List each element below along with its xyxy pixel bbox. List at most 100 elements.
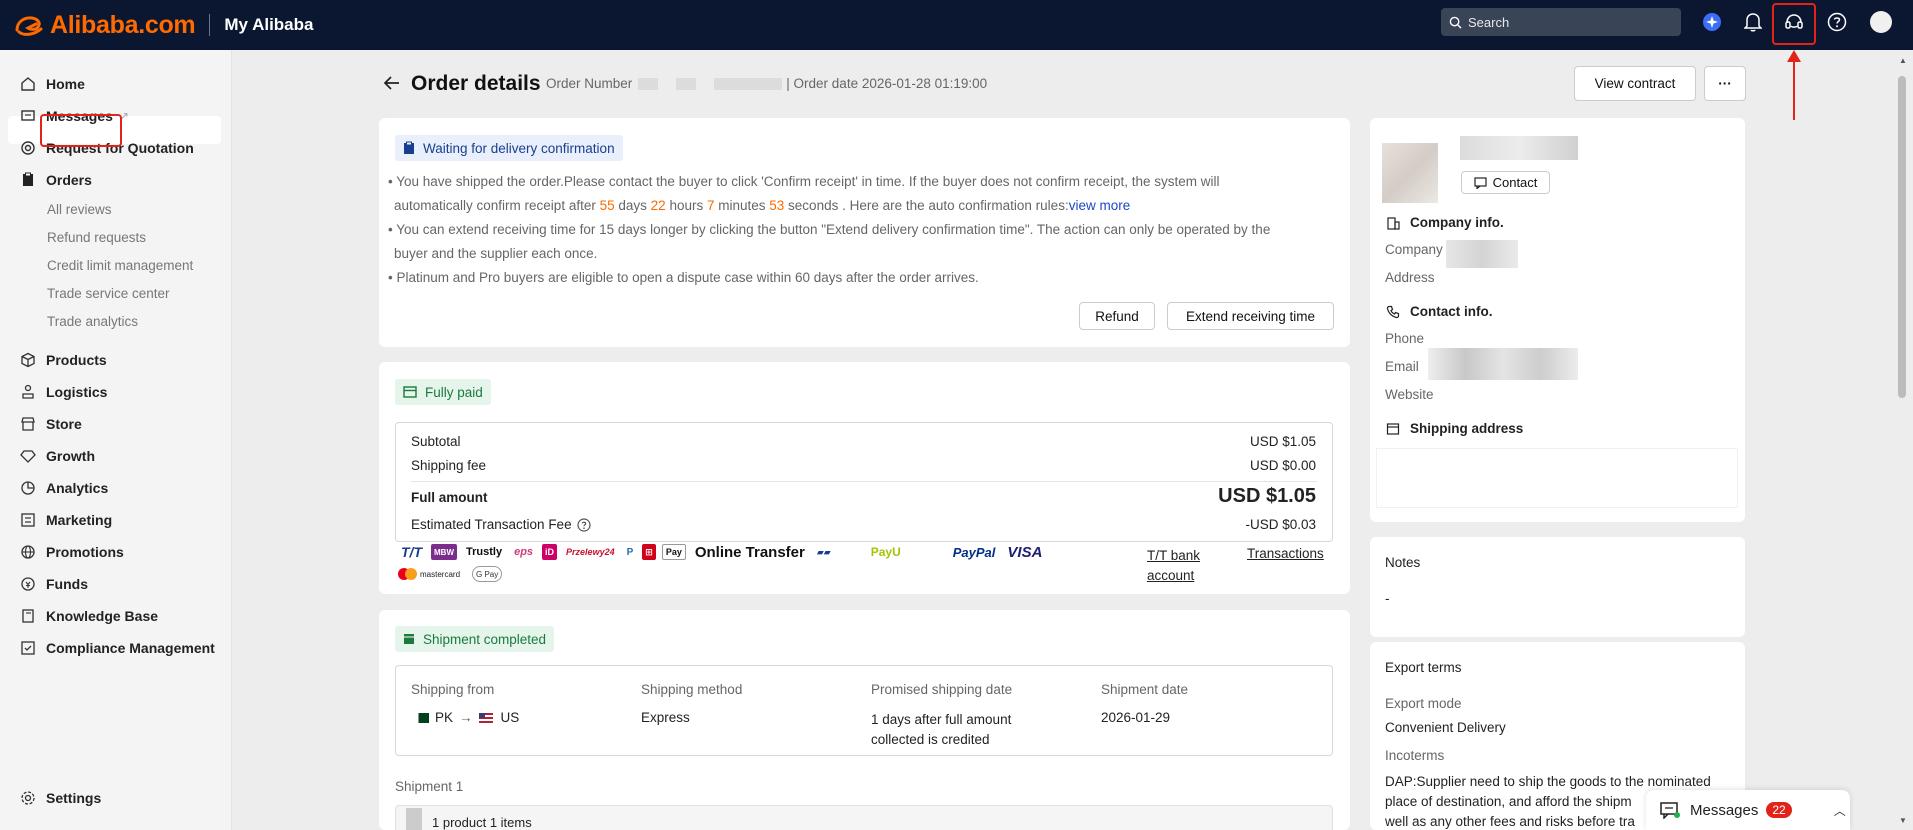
shipping-from-header: Shipping from xyxy=(411,682,495,697)
annotation-arrow-head xyxy=(1787,50,1801,62)
buyer-avatar xyxy=(1382,143,1438,203)
shipping-method-header: Shipping method xyxy=(641,682,743,697)
notes-title: Notes xyxy=(1385,555,1421,570)
tt-bank-account-link[interactable]: T/T bank account xyxy=(1147,546,1200,586)
us-flag-icon xyxy=(478,712,493,723)
sidebar-item-logistics[interactable]: Logistics xyxy=(20,384,107,400)
avatar[interactable] xyxy=(1869,10,1893,34)
redacted-company xyxy=(1446,240,1518,268)
highlight-annotation-box xyxy=(1772,3,1816,45)
sidebar-subitem-trade-service[interactable]: Trade service center xyxy=(47,286,170,301)
box-icon xyxy=(20,352,36,368)
card-logo-icon: ⊞ xyxy=(642,544,656,560)
website-label: Website xyxy=(1385,387,1434,402)
export-mode-label: Export mode xyxy=(1385,696,1462,711)
payment-icon xyxy=(403,386,417,398)
sidebar-item-compliance[interactable]: Compliance Management xyxy=(20,640,215,656)
refund-button[interactable]: Refund xyxy=(1079,302,1155,330)
marketing-icon xyxy=(20,512,36,528)
sidebar-item-store[interactable]: Store xyxy=(20,416,82,432)
przelewy-logo: Przelewy24 xyxy=(566,547,615,557)
search-input[interactable] xyxy=(1468,14,1668,30)
help-icon[interactable] xyxy=(576,517,591,532)
shipment-1-label: Shipment 1 xyxy=(395,779,464,794)
back-arrow-icon[interactable] xyxy=(383,74,401,95)
chevron-up-icon[interactable]: ︿ xyxy=(1834,802,1846,819)
payment-logo-icon: MBW xyxy=(431,544,457,560)
redacted-email xyxy=(1428,348,1578,380)
contact-info-heading: Contact info. xyxy=(1386,304,1493,319)
phone-icon xyxy=(1386,305,1400,318)
contact-button[interactable]: Contact xyxy=(1461,171,1550,194)
more-options-button[interactable]: ··· xyxy=(1704,66,1746,101)
messages-widget[interactable]: Messages 22 ︿ xyxy=(1646,790,1850,830)
scrollbar-thumb[interactable] xyxy=(1898,76,1906,398)
trustly-logo: Trustly xyxy=(466,546,503,558)
view-more-link[interactable]: view more xyxy=(1069,198,1131,213)
apple-pay-logo-icon: Pay xyxy=(661,544,686,560)
estimated-fee-row: Estimated Transaction Fee xyxy=(411,517,591,532)
sidebar-item-products[interactable]: Products xyxy=(20,352,107,368)
diamond-icon xyxy=(20,448,36,464)
shipment-date-header: Shipment date xyxy=(1101,682,1189,697)
notes-value: - xyxy=(1385,591,1390,606)
payment-tag: Fully paid xyxy=(395,379,491,405)
sidebar-subitem-all-reviews[interactable]: All reviews xyxy=(47,202,112,217)
page-title: Order details xyxy=(411,72,541,95)
arrow-right-icon: → xyxy=(459,710,473,725)
sidebar-item-funds[interactable]: Funds xyxy=(20,576,88,592)
help-icon[interactable] xyxy=(1825,10,1849,34)
search-box[interactable] xyxy=(1441,8,1681,36)
order-date: | Order date 2026-01-28 01:19:00 xyxy=(786,76,988,91)
sidebar-item-knowledge-base[interactable]: Knowledge Base xyxy=(20,608,158,624)
alibaba-logo[interactable]: Alibaba.com xyxy=(14,11,196,40)
chat-icon xyxy=(1660,802,1680,819)
ai-assistant-icon[interactable] xyxy=(1700,10,1724,34)
logo-divider xyxy=(209,14,211,36)
extend-receiving-time-button[interactable]: Extend receiving time xyxy=(1167,302,1334,330)
sidebar-subitem-refund-requests[interactable]: Refund requests xyxy=(47,230,146,245)
redacted-buyer-name xyxy=(1460,136,1578,160)
promised-date-header: Promised shipping date xyxy=(871,682,1013,697)
payu-logo: PayU xyxy=(870,545,901,559)
sidebar-subitem-trade-analytics[interactable]: Trade analytics xyxy=(47,314,138,329)
export-terms-title: Export terms xyxy=(1385,660,1462,675)
redacted-order-number xyxy=(676,77,697,90)
online-transfer-label: Online Transfer xyxy=(694,543,805,561)
items-count-label: 1 product 1 items xyxy=(432,815,532,830)
address-card-icon xyxy=(1386,422,1400,435)
notes-card xyxy=(1370,537,1745,637)
shipment-icon xyxy=(404,634,414,644)
sidebar-item-orders[interactable]: Orders xyxy=(20,172,92,188)
shipment-tag: Shipment completed xyxy=(395,626,555,652)
bell-icon[interactable] xyxy=(1741,10,1765,34)
redacted-order-number xyxy=(638,77,659,90)
sidebar-item-promotions[interactable]: Promotions xyxy=(20,544,124,560)
sidebar-item-home[interactable]: Home xyxy=(20,76,85,92)
subtotal-value: USD $1.05 xyxy=(1249,434,1316,449)
address-label: Address xyxy=(1385,270,1435,285)
sidebar-item-marketing[interactable]: Marketing xyxy=(20,512,112,528)
order-meta: Order Number | Order date 2026-01-28 01:… xyxy=(546,76,987,91)
order-number-label: Order Number xyxy=(546,76,633,91)
section-title[interactable]: My Alibaba xyxy=(224,15,313,35)
store-icon xyxy=(20,416,36,432)
target-icon xyxy=(20,140,36,156)
export-mode-value: Convenient Delivery xyxy=(1385,720,1506,735)
view-contract-button[interactable]: View contract xyxy=(1574,66,1696,101)
sidebar-item-analytics[interactable]: Analytics xyxy=(20,480,108,496)
sidebar-item-settings[interactable]: Settings xyxy=(20,790,101,806)
google-pay-logo: G Pay xyxy=(472,566,503,582)
paypal-logo: PayPal xyxy=(952,544,996,560)
sidebar-item-growth[interactable]: Growth xyxy=(20,448,95,464)
funds-icon xyxy=(20,576,36,592)
transactions-link[interactable]: Transactions xyxy=(1247,546,1324,561)
full-amount-value: USD $1.05 xyxy=(1218,485,1316,507)
annotation-arrow-shaft xyxy=(1793,52,1795,120)
sidebar-subitem-credit-limit[interactable]: Credit limit management xyxy=(47,258,193,273)
mastercard-logo: mastercard xyxy=(398,566,460,582)
status-bullet-1: • You have shipped the order.Please cont… xyxy=(388,174,1220,213)
status-bullet-2: • You can extend receiving time for 15 d… xyxy=(388,222,1271,261)
globe-icon xyxy=(20,544,36,560)
status-bullet-3: • Platinum and Pro buyers are eligible t… xyxy=(388,270,979,285)
